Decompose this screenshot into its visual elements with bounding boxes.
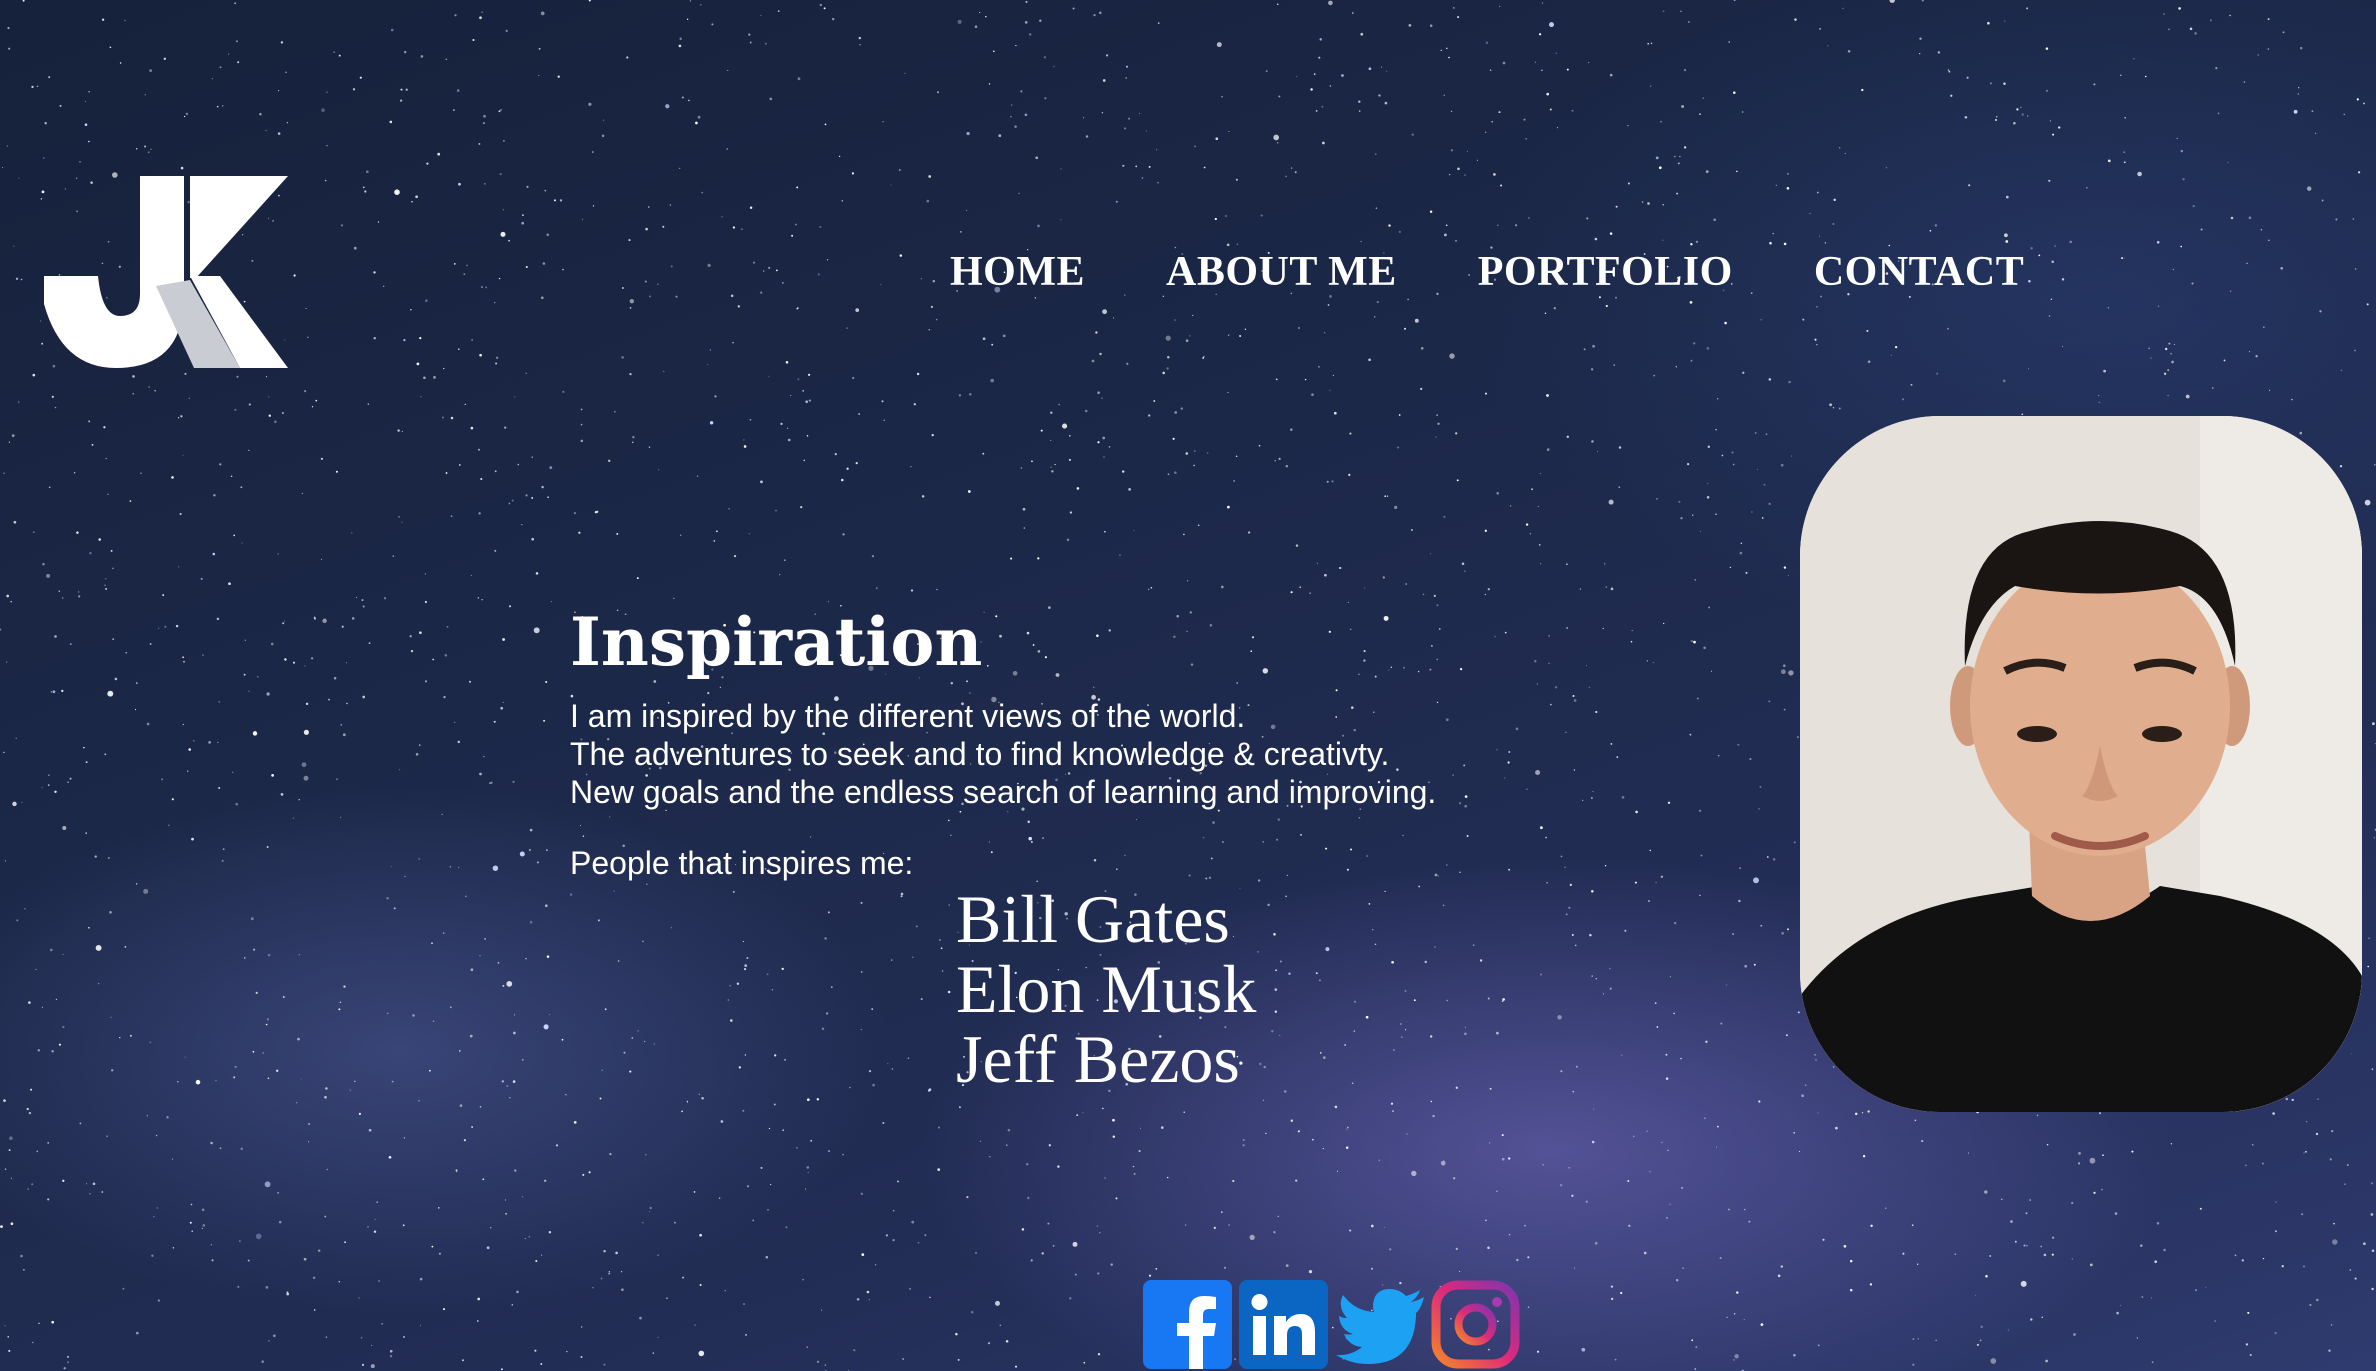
person-name: Bill Gates — [956, 881, 1230, 957]
nav-portfolio-link[interactable]: PORTFOLIO — [1478, 246, 1733, 298]
people-label: People that inspires me: — [570, 845, 914, 881]
linkedin-icon[interactable] — [1239, 1280, 1328, 1369]
profile-photo — [1800, 416, 2362, 1112]
main-nav: HOME ABOUT ME PORTFOLIO CONTACT — [950, 246, 2024, 298]
page: HOME ABOUT ME PORTFOLIO CONTACT Inspirat… — [0, 0, 2376, 1371]
nav-contact-link[interactable]: CONTACT — [1814, 246, 2024, 298]
twitter-icon[interactable] — [1335, 1280, 1424, 1369]
nav-about-link[interactable]: ABOUT ME — [1166, 246, 1397, 298]
jk-logo[interactable] — [44, 176, 288, 368]
inspiration-line: New goals and the endless search of lear… — [570, 774, 1437, 810]
page-title: Inspiration — [570, 603, 983, 681]
instagram-icon[interactable] — [1431, 1280, 1520, 1369]
facebook-icon[interactable] — [1143, 1280, 1232, 1369]
person-name: Jeff Bezos — [956, 1021, 1240, 1097]
inspiration-line: I am inspired by the different views of … — [570, 698, 1246, 734]
inspiration-line: The adventures to seek and to find knowl… — [570, 736, 1390, 772]
inspiration-text: I am inspired by the different views of … — [570, 697, 1436, 811]
social-links — [1143, 1280, 1520, 1369]
nav-home-link[interactable]: HOME — [950, 246, 1085, 298]
person-name: Elon Musk — [956, 951, 1257, 1027]
people-list: Bill Gates Elon Musk Jeff Bezos — [956, 884, 1256, 1094]
